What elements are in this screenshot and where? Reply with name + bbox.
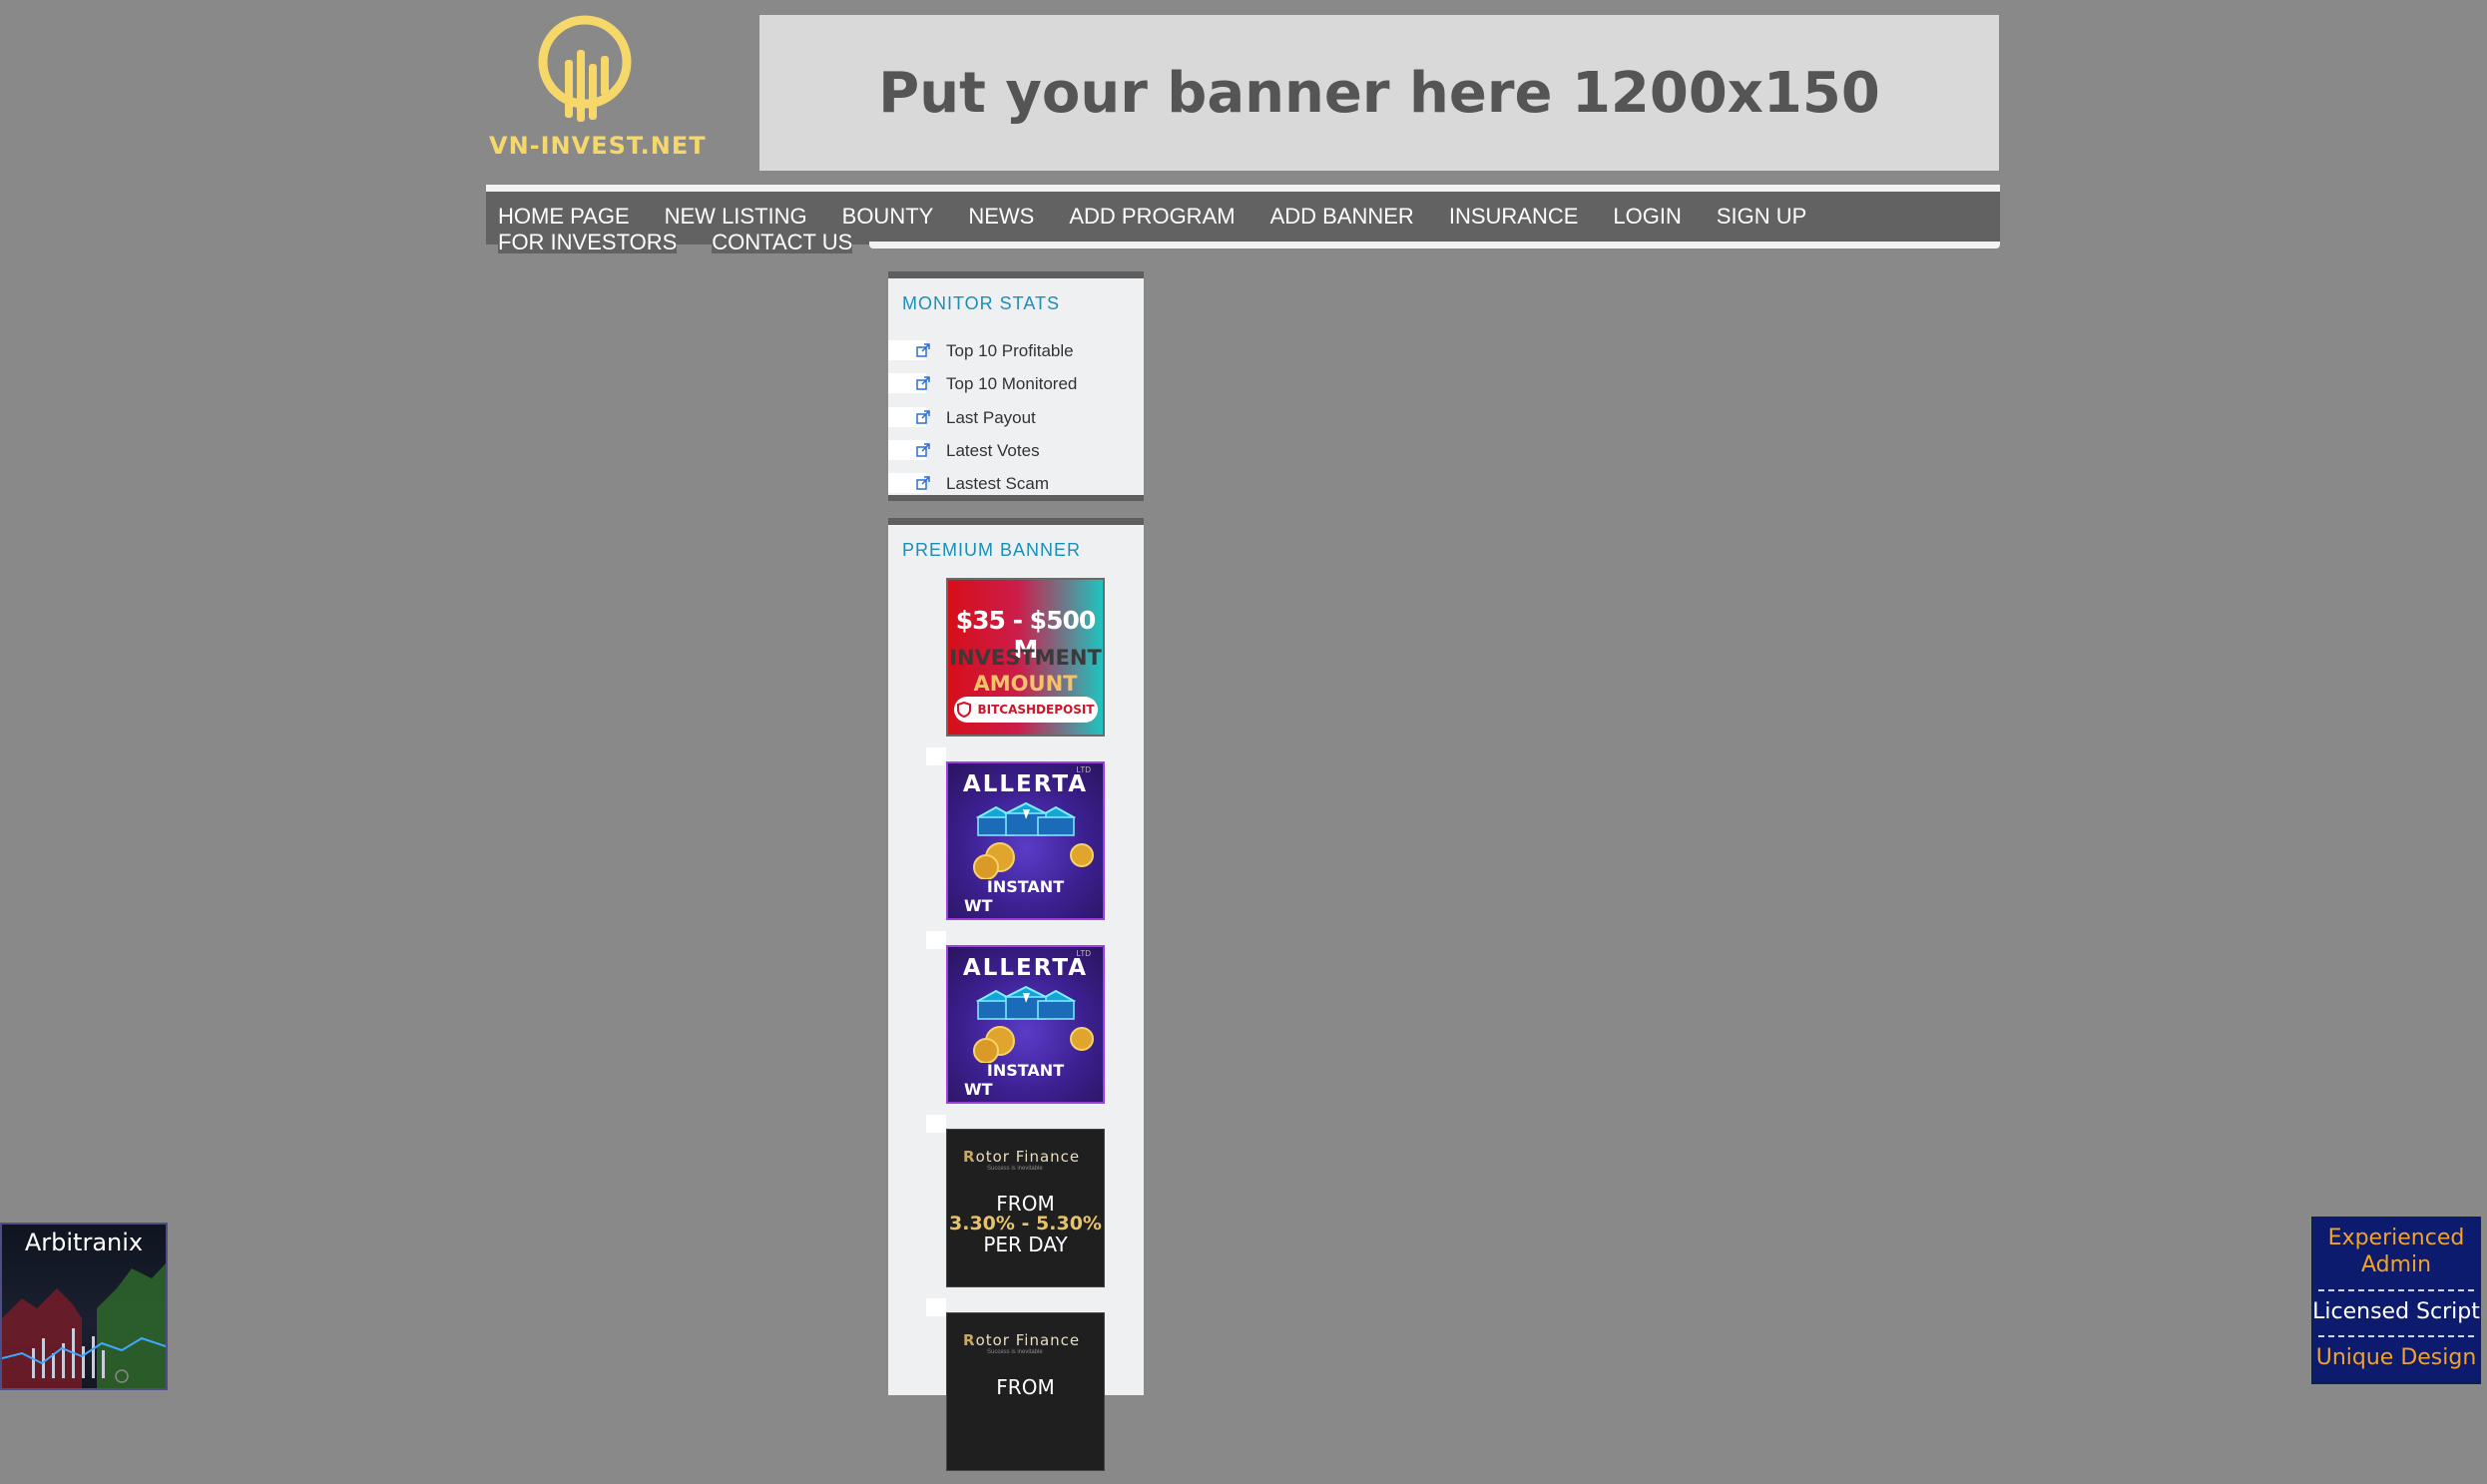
monitor-stats-title: MONITOR STATS — [902, 293, 1061, 313]
ad-corner-text: WT — [964, 1080, 993, 1099]
ad-corner-text: WT — [964, 896, 993, 915]
external-link-icon — [916, 376, 930, 390]
ad-divider — [2318, 1335, 2474, 1337]
ad-brand-pill: BITCASHDEPOSIT — [954, 697, 1098, 723]
premium-ad-rotor-finance[interactable]: Rotor Finance Success is inevitable FROM — [946, 1312, 1105, 1471]
nav-contact-us[interactable]: CONTACT US — [712, 232, 853, 253]
site-logo[interactable]: VN-INVEST.NET — [487, 12, 706, 172]
crypto-blocks-graphic — [973, 985, 1094, 1063]
monitor-stats-box: MONITOR STATS Top 10 Profitable Top 10 M… — [888, 271, 1144, 501]
nav-for-investors[interactable]: FOR INVESTORS — [498, 232, 678, 253]
top-banner-placeholder[interactable]: Put your banner here 1200x150 — [759, 15, 1999, 171]
ad-tag: INSTANT — [986, 877, 1065, 896]
external-link-icon — [916, 343, 930, 357]
ad-tag: INSTANT — [986, 1061, 1065, 1080]
ad-line: Licensed Script — [2312, 1299, 2480, 1324]
nav-login[interactable]: LOGIN — [1613, 204, 1681, 230]
nav-sign-up[interactable]: SIGN UP — [1717, 204, 1806, 230]
ad-title: ALLERTA — [962, 955, 1089, 981]
ad-line: Unique Design — [2315, 1345, 2477, 1370]
ad-line: FROM — [996, 1375, 1055, 1399]
floating-ad-script-promo[interactable]: Experienced Admin Licensed Script Unique… — [2311, 1217, 2481, 1384]
ad-line: Admin — [2360, 1252, 2432, 1277]
ad-divider — [2318, 1289, 2474, 1291]
ad-brand: BITCASHDEPOSIT — [977, 703, 1095, 717]
ad-brand-initial: R — [963, 1148, 976, 1166]
ad-title: Arbitranix — [24, 1229, 144, 1256]
ad-line: INVESTMENT — [949, 646, 1102, 670]
top-banner-text: Put your banner here 1200x150 — [878, 60, 1880, 126]
stat-label: Lastest Scam — [946, 474, 1049, 493]
premium-ad-slot: LTD ALLERTA INSTANT WT — [926, 761, 1107, 949]
ad-brand: Rotor Finance — [963, 1331, 1080, 1349]
stat-label: Top 10 Profitable — [946, 341, 1074, 360]
premium-banner-title: PREMIUM BANNER — [902, 540, 1082, 560]
ad-brand-rest: otor Finance — [975, 1331, 1081, 1349]
ad-title: ALLERTA — [962, 771, 1089, 797]
ad-brand: Rotor Finance — [963, 1148, 1080, 1166]
premium-ad-allerta[interactable]: LTD ALLERTA INSTANT WT — [946, 945, 1105, 1104]
stat-label: Latest Votes — [946, 441, 1040, 460]
main-navigation: HOME PAGE NEW LISTING BOUNTY NEWS ADD PR… — [486, 185, 2000, 253]
stat-label: Last Payout — [946, 408, 1036, 427]
nav-home[interactable]: HOME PAGE — [498, 204, 630, 230]
premium-ad-rotor-finance[interactable]: Rotor Finance Success is inevitable FROM… — [946, 1129, 1105, 1287]
ad-brand-initial: R — [963, 1331, 976, 1349]
nav-row-1: HOME PAGE NEW LISTING BOUNTY NEWS ADD PR… — [498, 204, 1841, 230]
premium-ad-bitcashdeposit[interactable]: $35 - $500 M INVESTMENT AMOUNT BITCASHDE… — [946, 578, 1105, 737]
ad-line: Experienced — [2327, 1226, 2465, 1250]
premium-ad-allerta[interactable]: LTD ALLERTA INSTANT WT — [946, 761, 1105, 920]
ad-tagline: Success is inevitable — [987, 1166, 1043, 1172]
nav-divider — [869, 242, 2000, 248]
nav-new-listing[interactable]: NEW LISTING — [665, 204, 807, 230]
ad-line: AMOUNT — [973, 672, 1078, 696]
nav-add-banner[interactable]: ADD BANNER — [1270, 204, 1414, 230]
ad-rate: 3.30% - 5.30% — [949, 1213, 1102, 1235]
stat-label: Top 10 Monitored — [946, 374, 1078, 393]
trading-chart-graphic — [2, 1263, 166, 1388]
premium-ad-slot: $35 - $500 M INVESTMENT AMOUNT BITCASHDE… — [926, 578, 1107, 765]
nav-insurance[interactable]: INSURANCE — [1449, 204, 1579, 230]
premium-ad-slot: LTD ALLERTA INSTANT WT — [926, 945, 1107, 1133]
ad-line: PER DAY — [983, 1233, 1068, 1256]
ad-tagline: Success is inevitable — [987, 1349, 1043, 1355]
nav-news[interactable]: NEWS — [968, 204, 1034, 230]
nav-row-2: FOR INVESTORS CONTACT US — [498, 232, 887, 253]
nav-add-program[interactable]: ADD PROGRAM — [1069, 204, 1235, 230]
premium-ad-slot: Rotor Finance Success is inevitable FROM… — [926, 1129, 1107, 1316]
ad-brand-rest: otor Finance — [975, 1148, 1081, 1166]
external-link-icon — [916, 476, 930, 490]
external-link-icon — [916, 443, 930, 457]
crypto-blocks-graphic — [973, 801, 1094, 879]
logo-text: VN-INVEST.NET — [489, 132, 707, 160]
external-link-icon — [916, 410, 930, 424]
premium-ad-slot: Rotor Finance Success is inevitable FROM — [926, 1312, 1107, 1484]
chart-bulb-icon — [538, 15, 632, 122]
floating-ad-arbitranix[interactable]: Arbitranix — [0, 1223, 168, 1390]
premium-banner-box: PREMIUM BANNER $35 - $500 M INVESTMENT A… — [888, 518, 1144, 1471]
nav-bounty[interactable]: BOUNTY — [842, 204, 934, 230]
shield-icon — [957, 702, 972, 718]
